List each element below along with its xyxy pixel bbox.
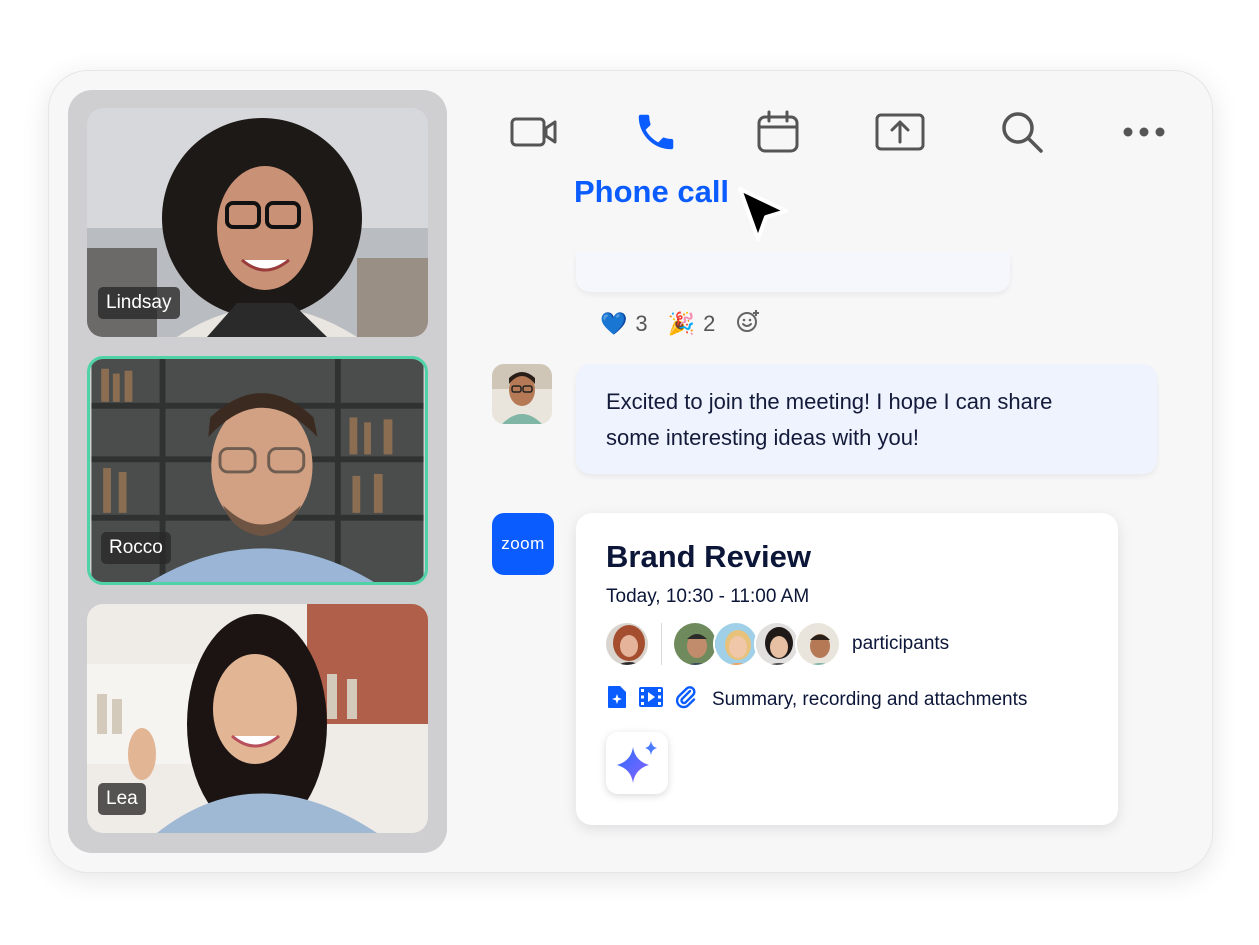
message-text-line: some interesting ideas with you! xyxy=(606,425,920,450)
more-icon[interactable] xyxy=(1118,106,1170,158)
previous-message-bubble xyxy=(576,252,1010,292)
zoom-logo: zoom xyxy=(492,513,554,575)
avatar xyxy=(795,621,841,667)
reaction-heart[interactable]: 💙 3 xyxy=(600,311,648,337)
participant-name-tag: Lea xyxy=(98,783,146,815)
participants-label: participants xyxy=(852,633,950,654)
avatar-divider xyxy=(661,623,662,665)
video-tile-lindsay[interactable]: Lindsay xyxy=(87,108,428,337)
recording-icon xyxy=(638,685,664,714)
attachments-label: Summary, recording and attachments xyxy=(712,688,1028,710)
meeting-card[interactable]: Brand Review Today, 10:30 - 11:00 AM par… xyxy=(576,513,1118,825)
calendar-icon[interactable] xyxy=(752,106,804,158)
chat-message-bubble: Excited to join the meeting! I hope I ca… xyxy=(576,364,1157,474)
avatar xyxy=(604,621,650,667)
phone-icon[interactable] xyxy=(630,106,682,158)
reactions-row: 💙 3 🎉 2 xyxy=(600,308,761,340)
avatar[interactable] xyxy=(492,364,552,424)
participant-name-tag: Rocco xyxy=(101,532,171,564)
participant-name-tag: Lindsay xyxy=(98,287,180,319)
party-emoji-icon: 🎉 xyxy=(667,311,696,336)
reaction-count: 2 xyxy=(703,311,716,336)
avatar xyxy=(672,621,718,667)
ai-companion-button[interactable] xyxy=(606,732,668,794)
mouse-cursor-icon xyxy=(738,187,788,241)
search-icon[interactable] xyxy=(996,106,1048,158)
video-tile-lea[interactable]: Lea xyxy=(87,604,428,833)
phone-call-tooltip: Phone call xyxy=(574,174,730,209)
meeting-time: Today, 10:30 - 11:00 AM xyxy=(606,586,810,607)
add-reaction-icon[interactable] xyxy=(735,308,761,340)
summary-doc-icon xyxy=(606,685,628,714)
avatar xyxy=(713,621,759,667)
heart-emoji-icon: 💙 xyxy=(600,311,628,336)
attachments-row[interactable]: Summary, recording and attachments xyxy=(606,685,1027,714)
paperclip-icon xyxy=(674,685,698,714)
reaction-count: 3 xyxy=(635,311,648,336)
share-screen-icon[interactable] xyxy=(874,106,926,158)
message-text-line: Excited to join the meeting! I hope I ca… xyxy=(606,389,1053,414)
video-icon[interactable] xyxy=(508,106,560,158)
video-tile-rocco[interactable]: Rocco xyxy=(87,356,428,585)
sparkle-icon xyxy=(617,741,657,783)
meeting-title: Brand Review xyxy=(606,539,812,574)
reaction-party[interactable]: 🎉 2 xyxy=(668,311,716,337)
avatar xyxy=(754,621,800,667)
